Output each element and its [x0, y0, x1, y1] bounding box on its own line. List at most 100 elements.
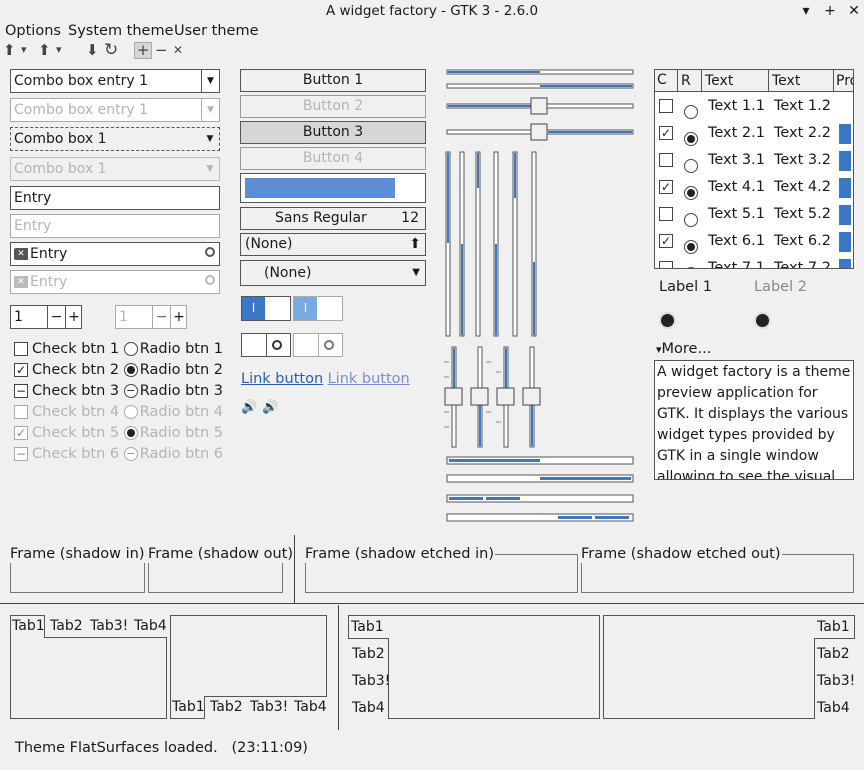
- chevron-down-icon[interactable]: ▾: [21, 42, 27, 58]
- tree-row[interactable]: ✓ Text 6.1 Text 6.2: [655, 228, 853, 255]
- radio[interactable]: [684, 105, 698, 119]
- go-up-disabled-icon: ⬆: [38, 41, 51, 59]
- add-icon[interactable]: +: [134, 42, 152, 59]
- radio[interactable]: [684, 159, 698, 173]
- increment-button[interactable]: +: [170, 306, 187, 328]
- text-view[interactable]: A widget factory is a theme preview appl…: [654, 360, 854, 480]
- hscale-1-fill: [448, 71, 540, 73]
- vscale-handle-1[interactable]: [444, 387, 463, 406]
- file-chooser-button[interactable]: (None) ⬆: [240, 233, 426, 256]
- search-entry[interactable]: ✕ Entry: [10, 242, 220, 266]
- header-text-2[interactable]: Text: [768, 70, 800, 92]
- tab-3[interactable]: Tab3!: [352, 670, 390, 692]
- cell-text-1: Text 4.1: [708, 179, 765, 195]
- expander[interactable]: ▾More...: [656, 341, 711, 357]
- tab-4[interactable]: Tab4: [134, 615, 167, 637]
- tree-row[interactable]: Text 7.1 Text 7.2: [655, 255, 853, 268]
- radio-selected[interactable]: [123, 363, 138, 377]
- link-button-visited[interactable]: Link button: [328, 371, 410, 387]
- tab-2[interactable]: Tab2: [50, 615, 83, 637]
- notebook-page: [170, 615, 327, 697]
- checkbox[interactable]: [14, 342, 28, 356]
- radio-selected[interactable]: [684, 132, 698, 146]
- radio[interactable]: [684, 267, 698, 268]
- maximize-icon[interactable]: +: [821, 1, 839, 21]
- button-1[interactable]: Button 1: [240, 69, 426, 92]
- menu-system-theme[interactable]: System theme: [68, 21, 174, 41]
- vscale-handle-4[interactable]: [522, 387, 541, 406]
- checkbox-checked[interactable]: ✓: [659, 126, 673, 140]
- menu-user-theme[interactable]: User theme: [174, 21, 259, 41]
- tab-3[interactable]: Tab3!: [817, 670, 855, 692]
- radio[interactable]: [684, 213, 698, 227]
- checkbox[interactable]: [659, 153, 673, 167]
- tab-4[interactable]: Tab4: [294, 696, 327, 718]
- notebook-page: [388, 615, 600, 719]
- frame-label: Frame (shadow out): [147, 545, 295, 563]
- tree-header: C R Text Text Pro: [655, 70, 853, 92]
- tab-4[interactable]: Tab4: [817, 697, 850, 719]
- checkbox-inconsistent[interactable]: −: [14, 384, 28, 398]
- cell-text-1: Text 1.1: [708, 98, 765, 114]
- header-text-1[interactable]: Text: [701, 70, 733, 92]
- link-button[interactable]: Link button: [241, 371, 323, 387]
- tab-3[interactable]: Tab3!: [250, 696, 288, 718]
- notebook-page: [10, 637, 167, 719]
- checkbox-checked[interactable]: ✓: [659, 180, 673, 194]
- combo-entry-1[interactable]: Combo box entry 1 ▼: [10, 69, 220, 93]
- refresh-icon[interactable]: ↻: [104, 42, 118, 59]
- go-down-icon[interactable]: ⬇: [86, 42, 99, 58]
- tab-3[interactable]: Tab3!: [90, 615, 128, 637]
- tab-4[interactable]: Tab4: [352, 697, 385, 719]
- tree-row[interactable]: Text 5.1 Text 5.2: [655, 201, 853, 228]
- radio-selected[interactable]: [684, 240, 698, 254]
- switch-on[interactable]: I: [241, 296, 291, 321]
- button-3[interactable]: Button 3: [240, 121, 426, 144]
- progress-button[interactable]: [240, 173, 426, 203]
- checkbox[interactable]: [659, 261, 673, 268]
- tab-2[interactable]: Tab2: [352, 643, 385, 665]
- menu-options[interactable]: Options: [5, 21, 61, 41]
- checkbox[interactable]: [659, 207, 673, 221]
- frame-label: Frame (shadow etched out): [580, 545, 782, 563]
- combo-box-none[interactable]: (None) ▼: [240, 260, 426, 286]
- check-radio-list: Check btn 1 Radio btn 1 ✓ Check btn 2 Rad…: [14, 339, 223, 465]
- volume-icon[interactable]: 🔊: [241, 400, 257, 415]
- vscale-handle-3[interactable]: [496, 387, 515, 406]
- switch-off[interactable]: [241, 333, 291, 357]
- tab-2[interactable]: Tab2: [210, 696, 243, 718]
- header-c[interactable]: C: [657, 72, 667, 88]
- chevron-down-icon[interactable]: ▼: [201, 70, 219, 92]
- radio-inconsistent[interactable]: −: [123, 384, 138, 398]
- minimize-icon[interactable]: ▾: [797, 1, 815, 21]
- header-r[interactable]: R: [677, 70, 691, 92]
- checkbox-checked[interactable]: ✓: [14, 363, 28, 377]
- decrement-button[interactable]: −: [47, 306, 65, 328]
- search-entry-disabled: ✕ Entry: [10, 270, 220, 294]
- checkbox[interactable]: [659, 99, 673, 113]
- radio-selected[interactable]: [684, 186, 698, 200]
- tab-2[interactable]: Tab2: [817, 643, 850, 665]
- header-progress[interactable]: Pro: [833, 70, 853, 92]
- tree-row[interactable]: ✓ Text 4.1 Text 4.2: [655, 174, 853, 201]
- tree-view[interactable]: C R Text Text Pro Text 1.1 Text 1.2 ✓ Text …: [654, 69, 854, 269]
- hscale-3-handle[interactable]: [530, 97, 548, 115]
- tree-row[interactable]: ✓ Text 2.1 Text 2.2: [655, 120, 853, 147]
- spin-button-1[interactable]: 1 − +: [10, 305, 82, 329]
- increment-button[interactable]: +: [65, 306, 82, 328]
- radio[interactable]: [123, 342, 138, 356]
- hscale-4-handle[interactable]: [530, 123, 548, 141]
- tree-row[interactable]: Text 1.1 Text 1.2: [655, 93, 853, 120]
- remove-icon[interactable]: −: [155, 42, 168, 58]
- go-up-icon[interactable]: ⬆: [3, 42, 16, 58]
- font-button[interactable]: Sans Regular 12: [240, 207, 426, 230]
- clear-icon[interactable]: ✕: [14, 248, 28, 260]
- combo-box-1[interactable]: Combo box 1 ▼: [10, 127, 220, 151]
- switch-divider: [266, 334, 267, 356]
- vscale-handle-2[interactable]: [470, 387, 489, 406]
- entry[interactable]: Entry: [10, 186, 220, 210]
- tree-row[interactable]: Text 3.1 Text 3.2: [655, 147, 853, 174]
- check-label: Check btn 2: [32, 362, 120, 378]
- checkbox-checked[interactable]: ✓: [659, 234, 673, 248]
- close-icon[interactable]: ✕: [845, 1, 863, 21]
